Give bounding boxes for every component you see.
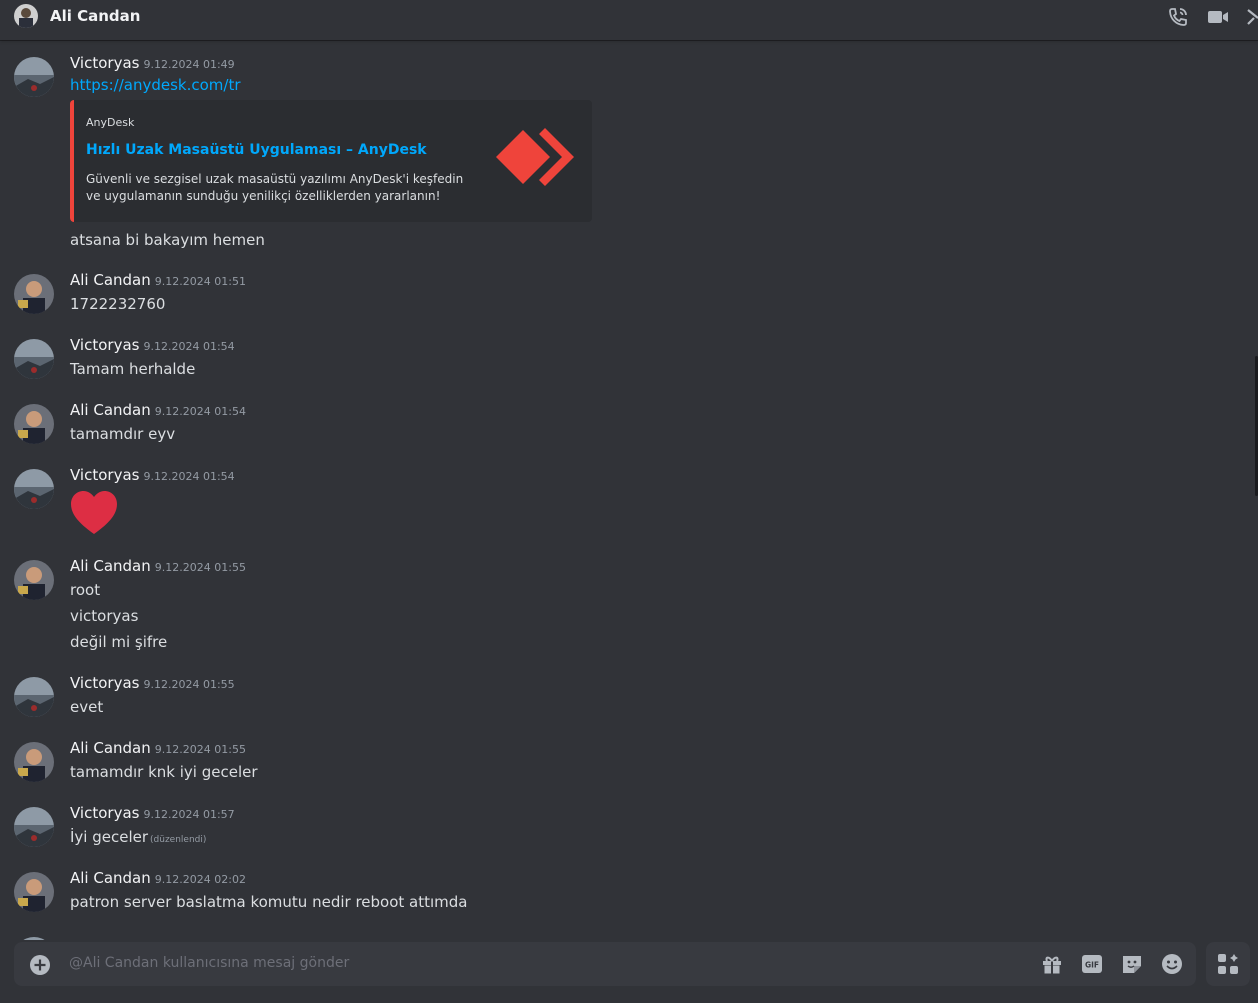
message-link[interactable]: https://anydesk.com/tr xyxy=(70,76,241,94)
username[interactable]: Ali Candan 9.12.2024 01:55 xyxy=(70,557,246,575)
avatar[interactable] xyxy=(14,937,54,940)
avatar[interactable] xyxy=(14,469,54,509)
gif-icon[interactable]: GIF xyxy=(1080,953,1104,975)
username[interactable]: Victoryas 9.12.2024 01:54 xyxy=(70,466,235,484)
avatar[interactable] xyxy=(14,677,54,717)
timestamp: 9.12.2024 01:54 xyxy=(143,340,235,353)
username[interactable]: Ali Candan 9.12.2024 01:55 xyxy=(70,739,246,757)
message-composer[interactable]: @Ali Candan kullanıcısına mesaj gönder G… xyxy=(14,942,1196,986)
message-text: tamamdır eyv xyxy=(70,425,176,443)
header-avatar[interactable] xyxy=(14,4,38,28)
embed-description: Güvenli ve sezgisel uzak masaüstü yazılı… xyxy=(86,172,464,203)
add-attachment-icon[interactable] xyxy=(29,954,51,976)
message-input-placeholder[interactable]: @Ali Candan kullanıcısına mesaj gönder xyxy=(69,955,349,971)
avatar[interactable] xyxy=(14,807,54,847)
embed-title[interactable]: Hızlı Uzak Masaüstü Uygulaması – AnyDesk xyxy=(86,142,427,158)
username[interactable]: Ali Candan 9.12.2024 02:02 xyxy=(70,869,246,887)
gift-icon[interactable] xyxy=(1040,953,1064,975)
message-text: Tamam herhalde xyxy=(70,360,196,378)
avatar[interactable] xyxy=(14,274,54,314)
timestamp: 9.12.2024 01:55 xyxy=(154,743,246,756)
link-embed: AnyDesk Hızlı Uzak Masaüstü Uygulaması –… xyxy=(70,100,592,222)
edited-label: (düzenlendi) xyxy=(150,835,207,845)
username[interactable]: Ali Candan 9.12.2024 01:54 xyxy=(70,401,246,419)
embed-provider[interactable]: AnyDesk xyxy=(86,116,134,129)
timestamp: 9.12.2024 01:55 xyxy=(143,678,235,691)
message-text: victoryas xyxy=(70,607,139,625)
emoji-icon[interactable] xyxy=(1160,953,1184,975)
message-text: atsana bi bakayım hemen xyxy=(70,231,265,249)
message-text: tamamdır knk iyi geceler xyxy=(70,763,258,781)
timestamp: 9.12.2024 01:51 xyxy=(154,275,246,288)
message-list: Victoryas 9.12.2024 01:49 https://anydesk… xyxy=(0,40,1250,940)
avatar[interactable] xyxy=(14,339,54,379)
dm-header: Ali Candan xyxy=(0,0,1258,40)
heart-emoji-icon[interactable] xyxy=(70,490,118,536)
timestamp: 9.12.2024 01:49 xyxy=(143,58,235,71)
timestamp: 9.12.2024 01:57 xyxy=(143,808,235,821)
message-text: 1722232760 xyxy=(70,295,166,313)
video-call-icon[interactable] xyxy=(1206,6,1230,28)
dm-title: Ali Candan xyxy=(50,7,141,25)
timestamp: 9.12.2024 01:55 xyxy=(154,561,246,574)
message-text: değil mi şifre xyxy=(70,633,168,651)
username[interactable]: Victoryas 9.12.2024 01:55 xyxy=(70,674,235,692)
avatar[interactable] xyxy=(14,404,54,444)
apps-icon xyxy=(1218,954,1238,974)
username[interactable]: Victoryas 9.12.2024 01:54 xyxy=(70,336,235,354)
avatar[interactable] xyxy=(14,872,54,912)
pin-icon[interactable] xyxy=(1246,6,1258,28)
username[interactable]: Ali Candan 9.12.2024 01:51 xyxy=(70,271,246,289)
message-text: root xyxy=(70,581,101,599)
username[interactable]: Victoryas 9.12.2024 01:57 xyxy=(70,804,235,822)
anydesk-logo-icon[interactable] xyxy=(496,128,576,186)
avatar[interactable] xyxy=(14,560,54,600)
avatar[interactable] xyxy=(14,57,54,97)
message-text-row: İyi geceler (düzenlendi) xyxy=(70,828,206,846)
message-text: evet xyxy=(70,698,104,716)
username[interactable]: Victoryas 9.12.2024 01:49 xyxy=(70,54,235,72)
timestamp: 9.12.2024 01:54 xyxy=(154,405,246,418)
phone-call-icon[interactable] xyxy=(1166,6,1190,28)
apps-button[interactable] xyxy=(1206,942,1250,986)
svg-text:GIF: GIF xyxy=(1085,961,1099,970)
sticker-icon[interactable] xyxy=(1120,953,1144,975)
timestamp: 9.12.2024 02:02 xyxy=(154,873,246,886)
message-text: İyi geceler xyxy=(70,828,149,846)
timestamp: 9.12.2024 01:54 xyxy=(143,470,235,483)
message-text: patron server baslatma komutu nedir rebo… xyxy=(70,893,468,911)
avatar[interactable] xyxy=(14,742,54,782)
